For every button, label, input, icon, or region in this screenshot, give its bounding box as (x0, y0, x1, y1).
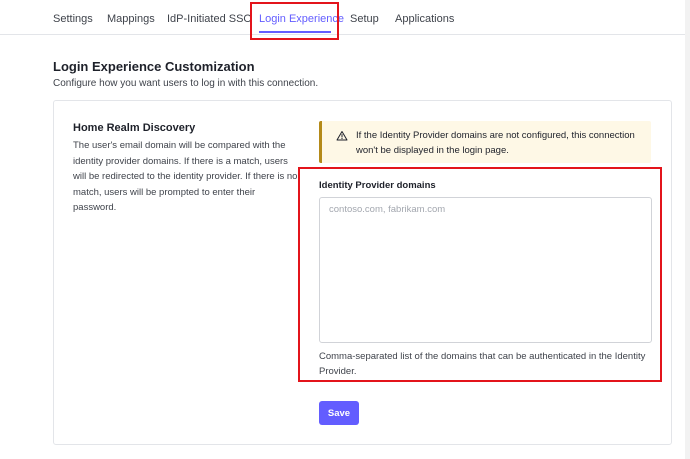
tab-highlight-box (250, 2, 339, 40)
warning-alert: If the Identity Provider domains are not… (319, 121, 651, 163)
warning-triangle-icon (336, 131, 348, 141)
warning-text: If the Identity Provider domains are not… (356, 130, 635, 156)
tab-bar: Settings Mappings IdP-Initiated SSO Logi… (0, 0, 690, 35)
tab-setup[interactable]: Setup (350, 12, 379, 26)
tab-settings[interactable]: Settings (53, 12, 93, 26)
domains-highlight-box (298, 167, 662, 382)
home-realm-description: The user's email domain will be compared… (73, 140, 298, 213)
tab-applications[interactable]: Applications (395, 12, 454, 26)
tab-idp-initiated-sso[interactable]: IdP-Initiated SSO (167, 12, 252, 26)
tab-mappings[interactable]: Mappings (107, 12, 155, 26)
page-subtitle: Configure how you want users to log in w… (53, 78, 319, 89)
page-title: Login Experience Customization (53, 59, 255, 74)
save-button[interactable]: Save (319, 401, 359, 425)
vertical-scrollbar[interactable] (685, 0, 690, 459)
home-realm-title: Home Realm Discovery (73, 122, 196, 134)
